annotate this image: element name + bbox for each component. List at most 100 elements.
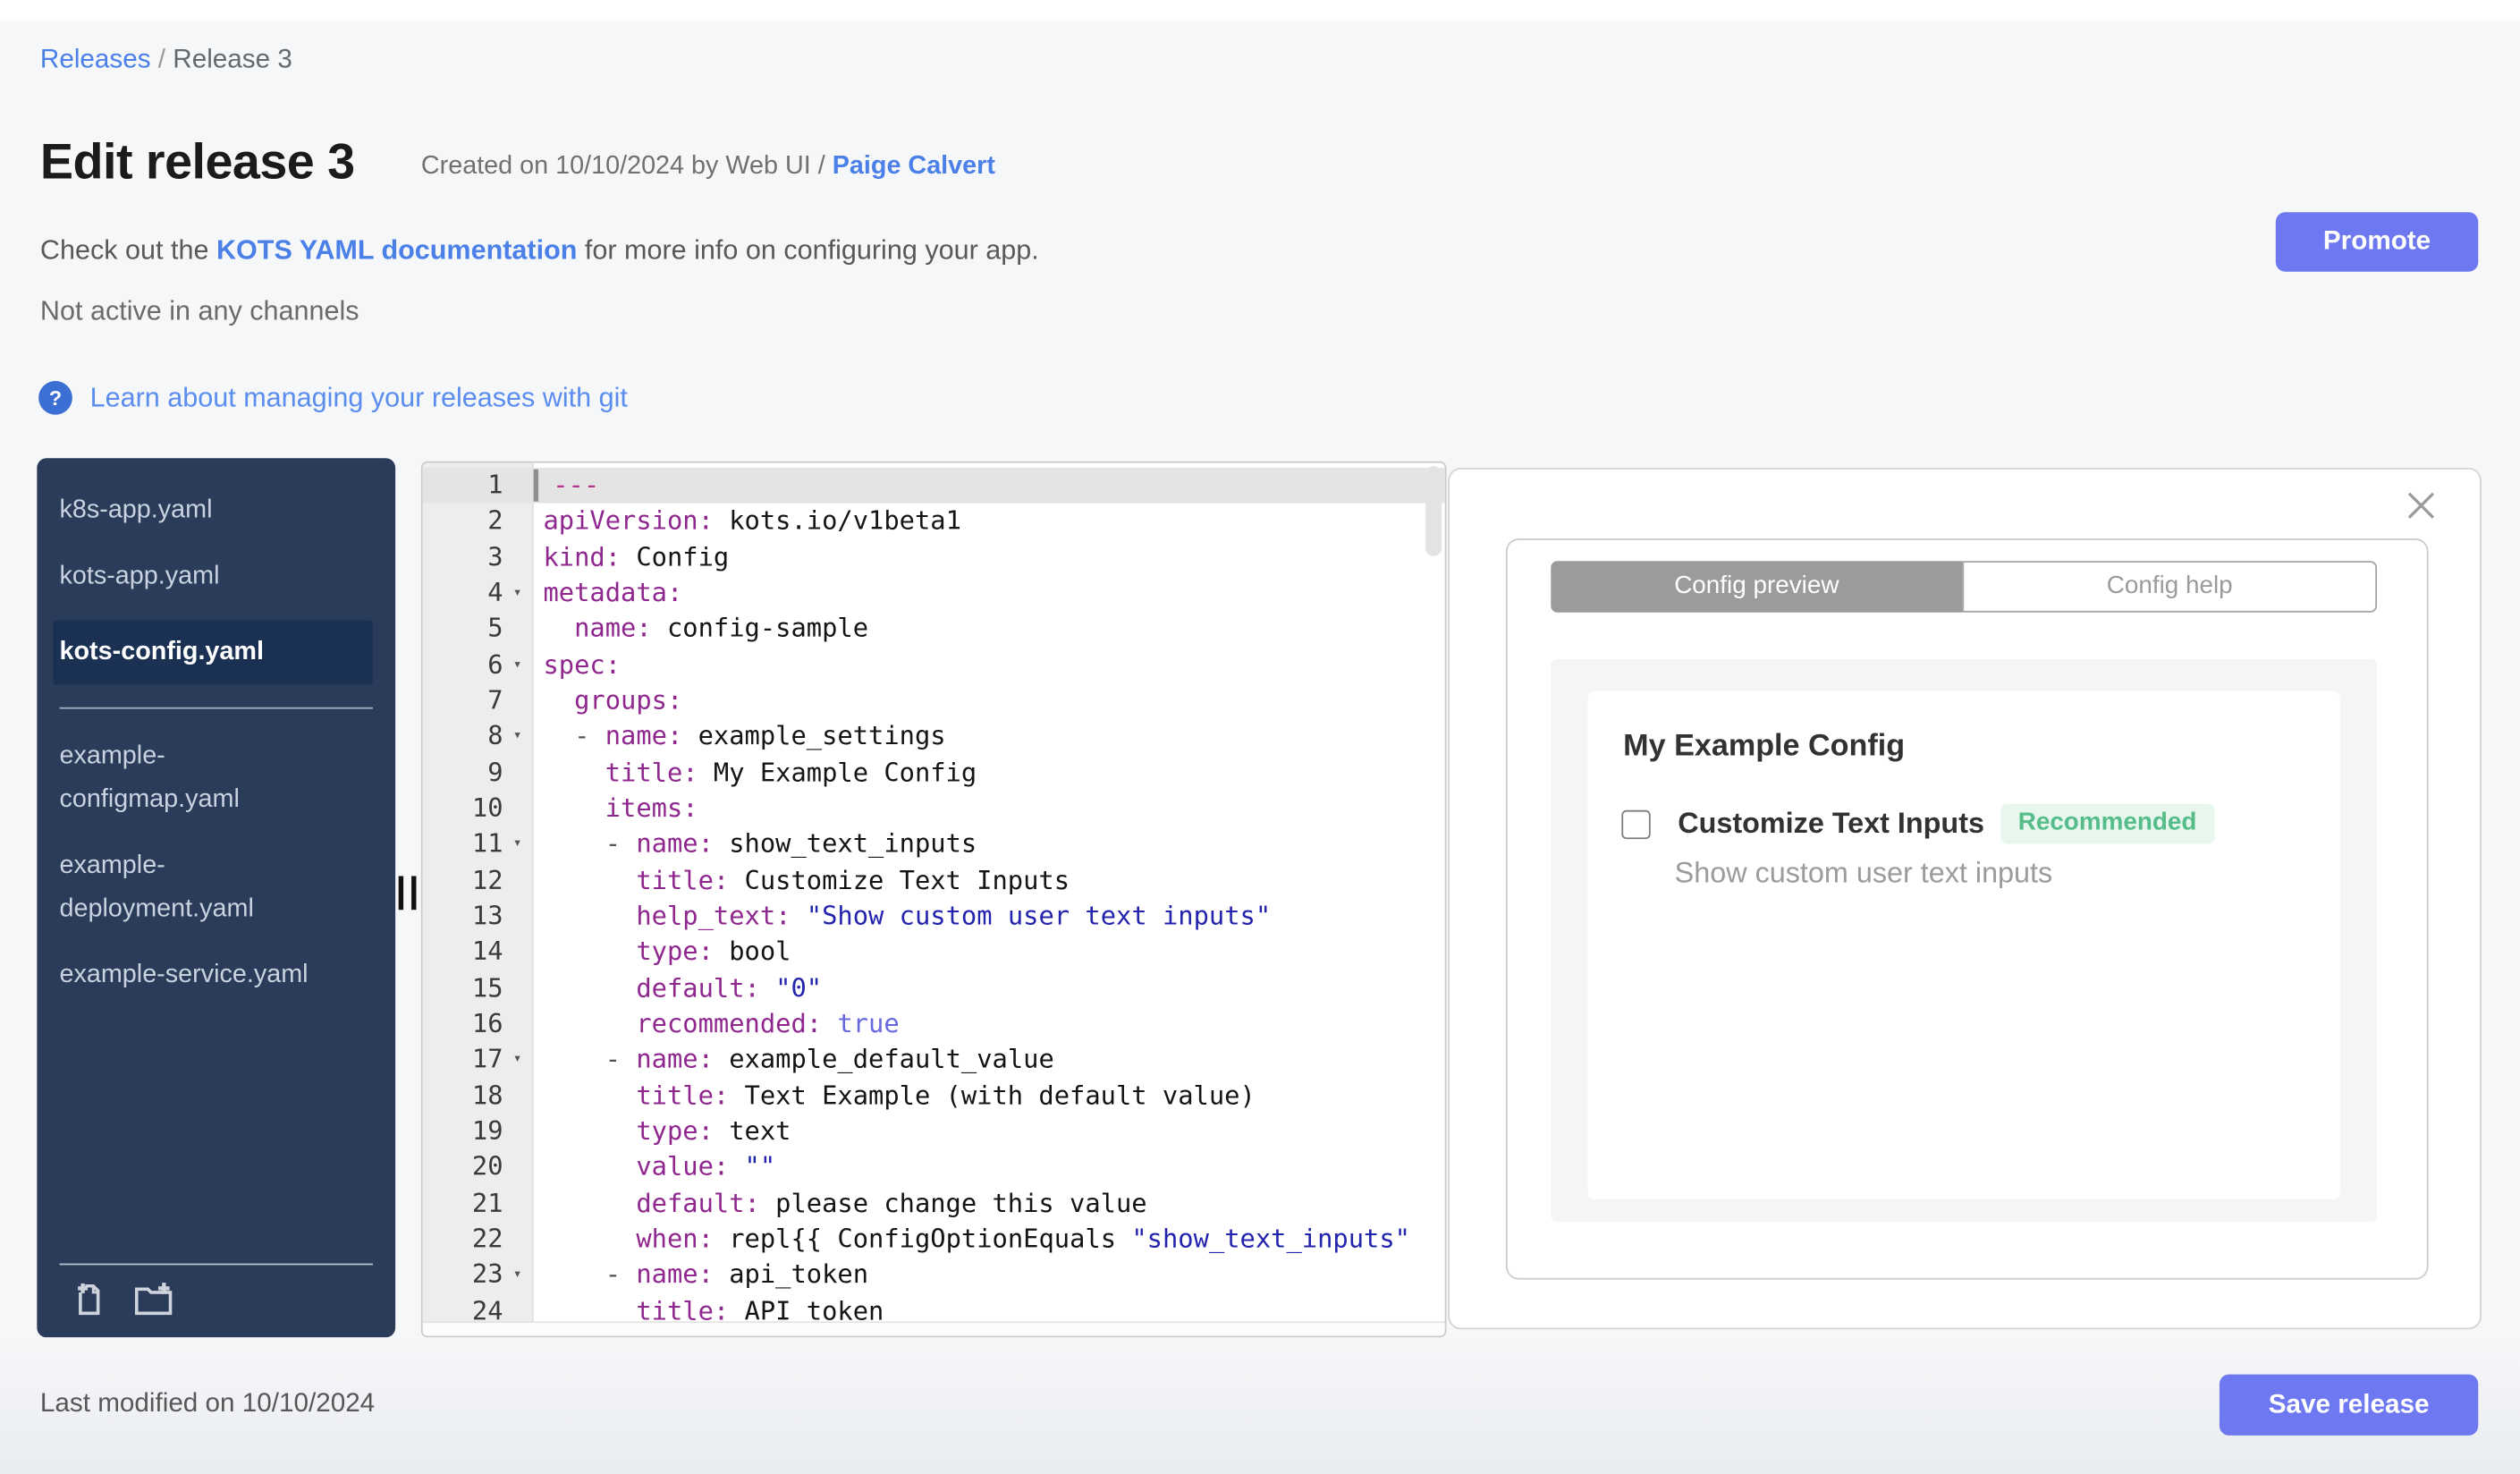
line-number: 9 bbox=[487, 756, 503, 787]
fold-gutter-spacer bbox=[503, 1149, 532, 1185]
line-number: 23 bbox=[471, 1258, 503, 1290]
editor-lines: 1 --- 2 apiVersion: kots.io/v1beta1 3 kind: C… bbox=[422, 467, 1445, 1335]
file-item-kots-app-yaml[interactable]: kots-app.yaml bbox=[59, 555, 372, 598]
git-docs-link[interactable]: Learn about managing your releases with … bbox=[90, 382, 628, 414]
code-line-21[interactable]: 21 default: please change this value bbox=[423, 1186, 1445, 1222]
new-folder-icon[interactable] bbox=[133, 1281, 173, 1317]
code-text: type: bool bbox=[636, 936, 791, 967]
fold-arrow-icon[interactable]: ▾ bbox=[503, 1258, 532, 1293]
file-item-example-service-yaml[interactable]: example-service.yaml bbox=[59, 953, 372, 997]
editor-vertical-scrollbar[interactable] bbox=[1425, 466, 1442, 556]
file-item-kots-config-yaml[interactable]: kots-config.yaml bbox=[53, 620, 373, 685]
code-text: default: please change this value bbox=[636, 1187, 1147, 1218]
created-info: Created on 10/10/2024 by Web UI / Paige … bbox=[421, 153, 995, 182]
page: Releases / Release 3 Edit release 3 Crea… bbox=[0, 0, 2520, 1474]
code-line-22[interactable]: 22 when: repl{{ ConfigOptionEquals "show… bbox=[423, 1222, 1445, 1258]
code-line-23[interactable]: 23 ▾ - name: api_token bbox=[423, 1258, 1445, 1293]
line-number: 19 bbox=[471, 1115, 503, 1147]
yaml-editor[interactable]: 1 --- 2 apiVersion: kots.io/v1beta1 3 kind: C… bbox=[420, 461, 1447, 1338]
promote-button[interactable]: Promote bbox=[2275, 212, 2479, 272]
line-number: 18 bbox=[471, 1079, 503, 1111]
code-line-5[interactable]: 5 name: config-sample bbox=[423, 611, 1445, 647]
fold-gutter-spacer bbox=[503, 755, 532, 791]
git-row: ? Learn about managing your releases wit… bbox=[38, 380, 628, 415]
fold-arrow-icon[interactable]: ▾ bbox=[503, 719, 532, 755]
text-cursor bbox=[533, 469, 539, 502]
kots-docs-link[interactable]: KOTS YAML documentation bbox=[216, 234, 577, 265]
code-line-4[interactable]: 4 ▾ metadata: bbox=[423, 575, 1445, 611]
file-item-k8s-app-yaml[interactable]: k8s-app.yaml bbox=[59, 488, 372, 532]
code-line-16[interactable]: 16 recommended: true bbox=[423, 1006, 1445, 1042]
new-file-icon[interactable] bbox=[71, 1281, 107, 1317]
code-line-15[interactable]: 15 default: "0" bbox=[423, 970, 1445, 1006]
code-line-9[interactable]: 9 title: My Example Config bbox=[423, 755, 1445, 791]
sidebar-footer-divider bbox=[59, 1263, 373, 1266]
code-line-13[interactable]: 13 help_text: "Show custom user text inp… bbox=[423, 899, 1445, 935]
code-text: - name: show_text_inputs bbox=[543, 828, 977, 860]
code-line-2[interactable]: 2 apiVersion: kots.io/v1beta1 bbox=[423, 504, 1445, 539]
breadcrumb-releases-link[interactable]: Releases bbox=[40, 45, 151, 73]
code-text: - name: example_settings bbox=[543, 720, 946, 751]
config-preview-panel: Config preview Config help My Example Con… bbox=[1448, 467, 2482, 1330]
code-text: groups: bbox=[574, 684, 683, 716]
editor-horizontal-scrollbar[interactable] bbox=[422, 1321, 1445, 1336]
line-number: 4 bbox=[487, 577, 503, 608]
code-text: name: config-sample bbox=[574, 613, 869, 644]
code-text: - name: example_default_value bbox=[543, 1043, 1054, 1074]
line-number: 15 bbox=[471, 971, 503, 1003]
fold-gutter-spacer bbox=[503, 1078, 532, 1114]
file-item-example-deployment-yaml[interactable]: example-deployment.yaml bbox=[59, 844, 372, 931]
footer-band bbox=[0, 1337, 2520, 1474]
line-number: 14 bbox=[471, 936, 503, 967]
code-line-19[interactable]: 19 type: text bbox=[423, 1114, 1445, 1149]
fold-arrow-icon[interactable]: ▾ bbox=[503, 1042, 532, 1078]
fold-arrow-icon[interactable]: ▾ bbox=[503, 648, 532, 683]
docs-text-prefix: Check out the bbox=[39, 234, 216, 266]
fold-gutter-spacer bbox=[503, 899, 532, 935]
code-line-17[interactable]: 17 ▾ - name: example_default_value bbox=[423, 1042, 1445, 1078]
config-render-area: My Example Config Customize Text Inputs … bbox=[1551, 658, 2378, 1222]
code-line-20[interactable]: 20 value: "" bbox=[423, 1149, 1445, 1185]
created-text: Created on 10/10/2024 by Web UI / bbox=[420, 152, 833, 181]
line-number: 17 bbox=[471, 1043, 503, 1074]
code-text: items: bbox=[605, 792, 698, 824]
save-release-button[interactable]: Save release bbox=[2219, 1374, 2479, 1436]
line-number: 16 bbox=[471, 1007, 503, 1038]
code-text: kind: Config bbox=[543, 541, 730, 572]
code-line-7[interactable]: 7 groups: bbox=[423, 683, 1445, 719]
file-group-primary: k8s-app.yaml kots-app.yaml kots-config.yam… bbox=[37, 458, 395, 685]
code-text: type: text bbox=[636, 1115, 791, 1147]
fold-arrow-icon[interactable]: ▾ bbox=[503, 575, 532, 611]
code-line-10[interactable]: 10 items: bbox=[423, 791, 1445, 826]
config-item-label[interactable]: Customize Text Inputs bbox=[1678, 807, 1984, 841]
line-number: 22 bbox=[471, 1223, 503, 1254]
fold-gutter-spacer bbox=[503, 970, 532, 1006]
code-line-1[interactable]: 1 --- bbox=[422, 467, 1445, 504]
fold-gutter-spacer bbox=[503, 539, 532, 575]
code-text: when: repl{{ ConfigOptionEquals "show_te… bbox=[636, 1223, 1410, 1254]
code-text: recommended: true bbox=[636, 1007, 900, 1038]
code-line-18[interactable]: 18 title: Text Example (with default val… bbox=[423, 1078, 1445, 1114]
config-group-title: My Example Config bbox=[1623, 729, 1906, 764]
tab-config-help[interactable]: Config help bbox=[1962, 561, 2378, 613]
channel-status: Not active in any channels bbox=[39, 295, 359, 326]
code-line-3[interactable]: 3 kind: Config bbox=[423, 539, 1445, 575]
code-text: title: Customize Text Inputs bbox=[636, 864, 1070, 895]
code-line-11[interactable]: 11 ▾ - name: show_text_inputs bbox=[423, 826, 1445, 862]
code-line-8[interactable]: 8 ▾ - name: example_settings bbox=[423, 719, 1445, 755]
customize-text-inputs-checkbox[interactable] bbox=[1621, 809, 1651, 839]
file-item-example-configmap-yaml[interactable]: example-configmap.yaml bbox=[59, 734, 372, 821]
breadcrumb: Releases / Release 3 bbox=[40, 45, 292, 75]
resize-handle-left[interactable] bbox=[398, 876, 417, 911]
code-line-6[interactable]: 6 ▾ spec: bbox=[423, 648, 1445, 683]
close-icon[interactable] bbox=[2407, 492, 2435, 520]
breadcrumb-current: Release 3 bbox=[173, 45, 292, 74]
fold-arrow-icon[interactable]: ▾ bbox=[503, 826, 532, 862]
code-line-12[interactable]: 12 title: Customize Text Inputs bbox=[423, 862, 1445, 898]
config-preview-card: Config preview Config help My Example Con… bbox=[1505, 538, 2429, 1280]
line-number: 20 bbox=[471, 1151, 503, 1182]
author-link[interactable]: Paige Calvert bbox=[833, 153, 995, 181]
line-number: 13 bbox=[471, 900, 503, 931]
code-line-14[interactable]: 14 type: bool bbox=[423, 935, 1445, 970]
tab-config-preview[interactable]: Config preview bbox=[1551, 561, 1963, 613]
